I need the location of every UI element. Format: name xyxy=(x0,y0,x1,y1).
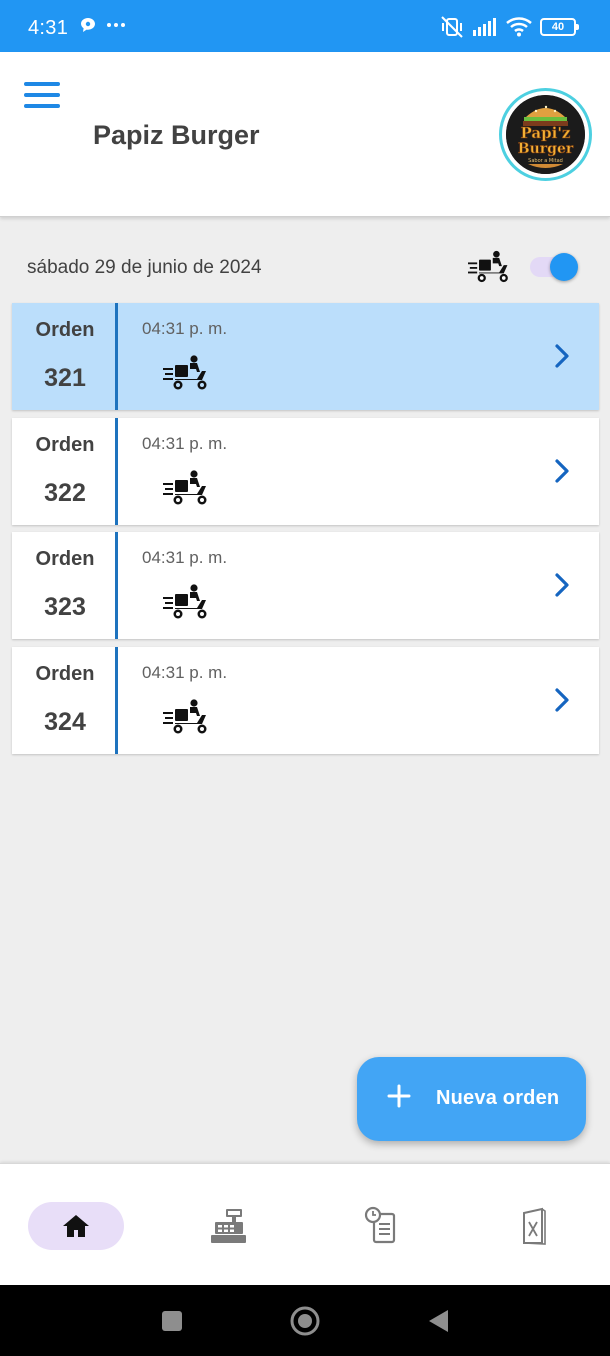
toggle-knob xyxy=(550,253,578,281)
battery-level: 40 xyxy=(551,21,565,33)
order-time: 04:31 p. m. xyxy=(142,433,228,453)
order-label: Orden xyxy=(35,548,95,570)
signal-icon xyxy=(473,18,496,36)
order-number: 323 xyxy=(44,593,86,621)
logo-text-1: Papi'z xyxy=(521,124,571,142)
order-number: 324 xyxy=(44,707,86,736)
chevron-right-icon[interactable] xyxy=(553,458,571,484)
recents-button[interactable] xyxy=(161,1310,183,1332)
logo-text-3: Sabor a Mitad xyxy=(528,158,563,164)
delivery-toggle[interactable] xyxy=(530,253,578,281)
date-label: sábado 29 de junio de 2024 xyxy=(27,257,262,278)
cash-register-icon xyxy=(211,1209,246,1243)
order-card[interactable]: Orden 323 04:31 p. m. xyxy=(12,532,599,639)
home-icon xyxy=(63,1215,89,1237)
delivery-scooter-icon xyxy=(163,584,207,619)
nav-menu-card[interactable] xyxy=(486,1202,582,1250)
chevron-right-icon[interactable] xyxy=(553,687,571,713)
order-time: 04:31 p. m. xyxy=(142,662,228,682)
order-time: 04:31 p. m. xyxy=(142,548,228,567)
order-label: Orden xyxy=(35,662,95,685)
order-label: Orden xyxy=(35,433,95,456)
vibrate-off-icon xyxy=(441,16,463,38)
status-bar: 4:31 40 xyxy=(0,0,610,52)
new-order-button[interactable]: Nueva orden xyxy=(357,1057,586,1141)
logo-text-2: Burger xyxy=(518,141,574,157)
profile-logo-button[interactable]: Papi'z Burger Sabor a Mitad xyxy=(499,88,592,181)
wifi-icon xyxy=(506,17,532,37)
nav-cash-register[interactable] xyxy=(180,1202,276,1250)
app-header: Papiz Burger Papi'z Burger Sabor a Mitad xyxy=(0,52,610,217)
nav-order-history[interactable] xyxy=(333,1202,429,1250)
status-time: 4:31 xyxy=(28,17,69,39)
order-card[interactable]: Orden 321 04:31 p. m. xyxy=(12,303,599,410)
home-system-button[interactable] xyxy=(289,1305,321,1337)
menu-card-icon xyxy=(523,1207,546,1245)
plus-icon xyxy=(387,1084,411,1108)
page-title: Papiz Burger xyxy=(93,120,260,150)
chevron-right-icon[interactable] xyxy=(553,343,571,369)
order-number: 322 xyxy=(44,478,86,507)
hamburger-icon xyxy=(24,82,60,86)
order-label: Orden xyxy=(35,319,95,341)
chevron-right-icon[interactable] xyxy=(553,572,571,598)
system-navigation-bar xyxy=(0,1285,610,1356)
new-order-label: Nueva orden xyxy=(436,1087,560,1109)
bottom-navigation xyxy=(0,1163,610,1285)
menu-button[interactable] xyxy=(24,82,60,108)
chat-bubble-icon xyxy=(81,18,95,32)
order-card[interactable]: Orden 322 04:31 p. m. xyxy=(12,417,599,525)
battery-icon: 40 xyxy=(540,18,579,36)
delivery-scooter-icon xyxy=(163,698,207,733)
delivery-scooter-icon xyxy=(468,250,508,283)
order-time: 04:31 p. m. xyxy=(142,319,228,338)
more-dots-icon xyxy=(107,23,125,27)
order-card[interactable]: Orden 324 04:31 p. m. xyxy=(12,646,599,754)
burger-logo-icon: Papi'z Burger Sabor a Mitad xyxy=(506,95,585,174)
delivery-scooter-icon xyxy=(163,469,207,504)
order-list: Orden 321 04:31 p. m. Orden 322 04:31 p.… xyxy=(12,303,599,761)
order-history-icon xyxy=(364,1206,396,1244)
back-button[interactable] xyxy=(426,1308,450,1334)
delivery-scooter-icon xyxy=(163,355,207,390)
nav-home[interactable] xyxy=(28,1202,124,1250)
order-number: 321 xyxy=(44,364,86,392)
